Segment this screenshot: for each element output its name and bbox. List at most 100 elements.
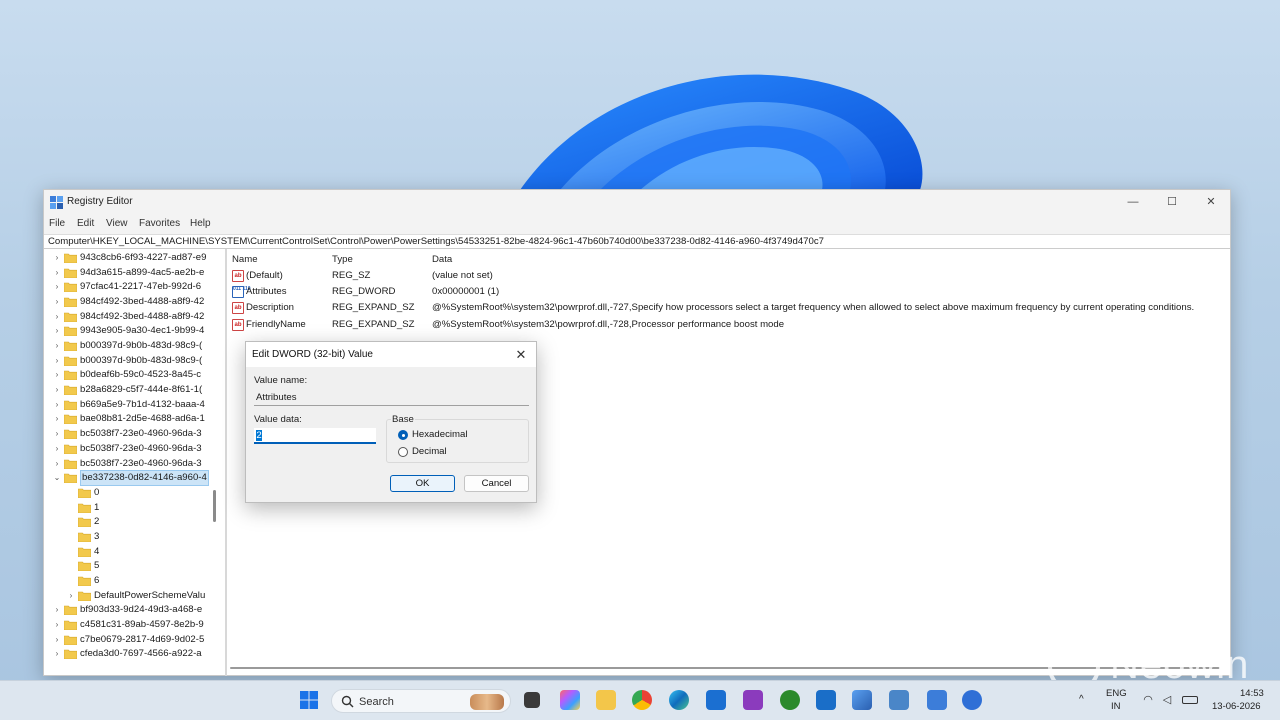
chevron-right-icon[interactable]: › <box>52 354 62 368</box>
chevron-right-icon[interactable]: › <box>52 383 62 397</box>
minimize-button[interactable]: — <box>1114 192 1152 212</box>
tree-item[interactable]: › b28a6829-c5f7-444e-8f61-1( <box>52 383 220 397</box>
tree-item[interactable]: › b000397d-9b0b-483d-98c9-( <box>52 339 220 353</box>
menu-edit[interactable]: Edit <box>77 218 94 229</box>
tree-item[interactable]: › b000397d-9b0b-483d-98c9-( <box>52 354 220 368</box>
tree-scrollbar[interactable] <box>213 490 216 522</box>
value-row[interactable]: ab (Default) REG_SZ (value not set) <box>230 268 1230 284</box>
chevron-right-icon[interactable]: › <box>52 266 62 280</box>
clock-time[interactable]: 14:53 <box>1240 688 1264 699</box>
tree-item[interactable]: › 984cf492-3bed-4488-a8f9-42 <box>52 310 220 324</box>
key-tree[interactable]: › 943c8cb6-6f93-4227-ad87-e9 › 94d3a615-a89… <box>44 249 220 665</box>
menu-help[interactable]: Help <box>190 218 211 229</box>
tree-item[interactable]: 6 <box>66 574 220 588</box>
tree-item[interactable]: › cfeda3d0-7697-4566-a922-a <box>52 647 220 661</box>
tree-item[interactable]: › 984cf492-3bed-4488-a8f9-42 <box>52 295 220 309</box>
outlook-icon[interactable] <box>816 690 836 710</box>
chevron-right-icon[interactable]: › <box>52 251 62 265</box>
tree-item[interactable]: 0 <box>66 486 220 500</box>
tree-item[interactable]: › 97cfac41-2217-47eb-992d-6 <box>52 280 220 294</box>
chevron-right-icon[interactable]: › <box>52 603 62 617</box>
tree-item[interactable]: › 943c8cb6-6f93-4227-ad87-e9 <box>52 251 220 265</box>
menu-file[interactable]: File <box>49 218 65 229</box>
chevron-right-icon[interactable]: › <box>52 457 62 471</box>
taskbar-search[interactable]: Search <box>331 689 511 713</box>
folder-icon <box>64 385 77 396</box>
chrome-icon[interactable] <box>632 690 652 710</box>
hexadecimal-radio-circle[interactable] <box>398 430 408 440</box>
value-row[interactable]: ab Description REG_EXPAND_SZ @%SystemRoot%\… <box>230 300 1230 316</box>
tree-item[interactable]: › c7be0679-2817-4d69-9d02-5 <box>52 633 220 647</box>
input-region[interactable]: IN <box>1111 701 1121 712</box>
title-bar[interactable]: Registry Editor — ☐ ✕ <box>44 190 1230 214</box>
onenote-icon[interactable] <box>743 690 763 710</box>
wifi-icon[interactable]: ◠ <box>1141 694 1155 706</box>
tree-item[interactable]: 4 <box>66 545 220 559</box>
tree-item[interactable]: 2 <box>66 515 220 529</box>
dialog-close-button[interactable]: ✕ <box>510 344 532 366</box>
column-header-name[interactable]: Name <box>232 254 258 265</box>
settings-gear-icon[interactable] <box>962 690 982 710</box>
windows-start-icon[interactable] <box>300 691 318 709</box>
column-header-type[interactable]: Type <box>332 254 353 265</box>
maximize-button[interactable]: ☐ <box>1153 192 1191 212</box>
tree-item[interactable]: › 9943e905-9a30-4ec1-9b99-4 <box>52 324 220 338</box>
tree-item[interactable]: 1 <box>66 501 220 515</box>
chevron-right-icon[interactable]: › <box>52 427 62 441</box>
value-data-input[interactable] <box>254 428 376 444</box>
chevron-right-icon[interactable]: › <box>52 633 62 647</box>
task-view-icon[interactable] <box>524 692 540 708</box>
tree-item[interactable]: › b0deaf6b-59c0-4523-8a45-c <box>52 368 220 382</box>
edge-icon[interactable] <box>669 690 689 710</box>
chevron-right-icon[interactable]: › <box>52 339 62 353</box>
tree-item[interactable]: › bae08b81-2d5e-4688-ad6a-1 <box>52 412 220 426</box>
microsoft-store-icon[interactable] <box>706 690 726 710</box>
tree-item[interactable]: › 94d3a615-a899-4ac5-ae2b-e <box>52 266 220 280</box>
chevron-down-icon[interactable]: ⌄ <box>52 471 62 485</box>
input-language[interactable]: ENG <box>1106 688 1127 699</box>
chevron-right-icon[interactable]: › <box>52 310 62 324</box>
photos-icon[interactable] <box>852 690 872 710</box>
close-button[interactable]: ✕ <box>1192 192 1230 212</box>
tree-item[interactable]: › bf903d33-9d24-49d3-a468-e <box>52 603 220 617</box>
remote-desktop-icon[interactable] <box>889 690 909 710</box>
chevron-right-icon[interactable]: › <box>66 589 76 603</box>
file-explorer-icon[interactable] <box>596 690 616 710</box>
tree-item[interactable]: › bc5038f7-23e0-4960-96da-3 <box>52 457 220 471</box>
clock-date[interactable]: 13-06-2026 <box>1212 701 1261 712</box>
chevron-right-icon[interactable]: › <box>52 280 62 294</box>
cancel-button[interactable]: Cancel <box>464 475 529 492</box>
column-header-data[interactable]: Data <box>432 254 452 265</box>
menu-favorites[interactable]: Favorites <box>139 218 180 229</box>
chevron-right-icon[interactable]: › <box>52 647 62 661</box>
ok-button[interactable]: OK <box>390 475 455 492</box>
chevron-right-icon[interactable]: › <box>52 368 62 382</box>
tray-overflow-chevron-icon[interactable]: ^ <box>1079 694 1084 705</box>
value-row[interactable]: 011 110 Attributes REG_DWORD 0x00000001 (1) <box>230 284 1230 300</box>
tree-item[interactable]: › DefaultPowerSchemeValu <box>66 589 220 603</box>
battery-icon[interactable] <box>1182 696 1198 704</box>
chevron-right-icon[interactable]: › <box>52 324 62 338</box>
decimal-radio-circle[interactable] <box>398 447 408 457</box>
chevron-right-icon[interactable]: › <box>52 618 62 632</box>
registry-editor-taskbar-icon[interactable] <box>927 690 947 710</box>
tree-item[interactable]: › bc5038f7-23e0-4960-96da-3 <box>52 427 220 441</box>
value-row[interactable]: ab FriendlyName REG_EXPAND_SZ @%SystemRoot%… <box>230 317 1230 333</box>
menu-view[interactable]: View <box>106 218 128 229</box>
tree-item[interactable]: 3 <box>66 530 220 544</box>
chevron-right-icon[interactable]: › <box>52 295 62 309</box>
chevron-right-icon[interactable]: › <box>52 442 62 456</box>
chevron-right-icon[interactable]: › <box>52 398 62 412</box>
tree-item[interactable]: › c4581c31-89ab-4597-8e2b-9 <box>52 618 220 632</box>
tree-item[interactable]: ⌄ be337238-0d82-4146-a960-4 <box>52 470 220 487</box>
volume-icon[interactable]: ◁ <box>1160 694 1174 706</box>
tree-item[interactable]: › bc5038f7-23e0-4960-96da-3 <box>52 442 220 456</box>
tree-item[interactable]: 5 <box>66 559 220 573</box>
chevron-right-icon[interactable]: › <box>52 412 62 426</box>
pane-splitter[interactable] <box>225 249 227 676</box>
dialog-title-bar[interactable]: Edit DWORD (32-bit) Value ✕ <box>246 342 536 367</box>
tree-item[interactable]: › b669a5e9-7b1d-4132-baaa-4 <box>52 398 220 412</box>
xbox-icon[interactable] <box>780 690 800 710</box>
address-bar[interactable]: Computer\HKEY_LOCAL_MACHINE\SYSTEM\Curre… <box>44 234 1230 249</box>
copilot-icon[interactable] <box>560 690 580 710</box>
